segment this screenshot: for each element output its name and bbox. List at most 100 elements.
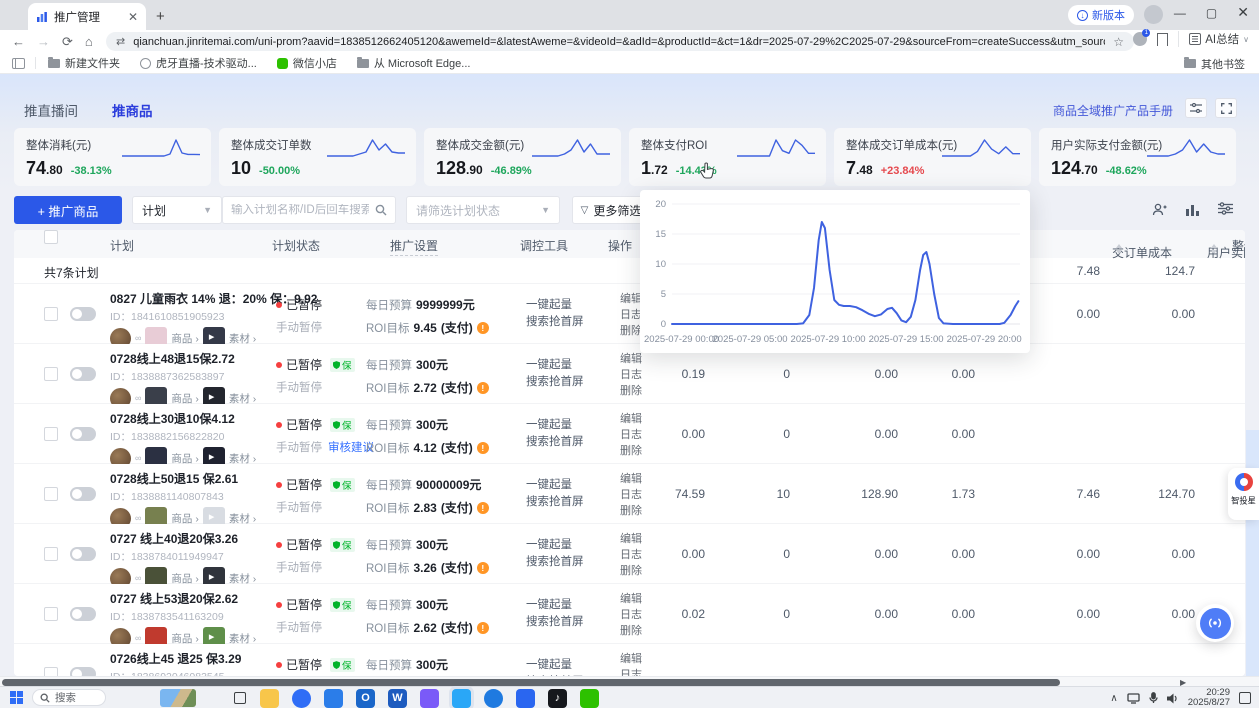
window-minimize-button[interactable]: — bbox=[1174, 6, 1186, 20]
tab-product[interactable]: 推商品 bbox=[112, 100, 153, 120]
audience-icon[interactable] bbox=[1152, 202, 1167, 217]
side-panel-icon[interactable] bbox=[12, 58, 25, 69]
fullscreen-button[interactable] bbox=[1215, 98, 1237, 118]
delete-link[interactable]: 删除 bbox=[620, 503, 642, 519]
taskbar-clock[interactable]: 20:29 2025/8/27 bbox=[1188, 688, 1230, 708]
display-icon[interactable] bbox=[1127, 693, 1140, 704]
search-top-screen-link[interactable]: 搜索抢首屏 bbox=[526, 374, 584, 391]
more-filters-button[interactable]: ▽ 更多筛选 bbox=[572, 196, 650, 224]
tab-live-room[interactable]: 推直播间 bbox=[24, 100, 78, 120]
tab-close-icon[interactable]: ✕ bbox=[128, 10, 138, 24]
taskbar-app-outlook[interactable]: O bbox=[356, 689, 375, 708]
row-checkbox[interactable] bbox=[44, 667, 58, 677]
bookmark-folder-new[interactable]: 新建文件夹 bbox=[48, 55, 120, 71]
home-button[interactable]: ⌂ bbox=[85, 34, 93, 49]
promote-product-button[interactable]: + 推广商品 bbox=[14, 196, 122, 224]
one-key-boost-link[interactable]: 一键起量 bbox=[526, 657, 584, 674]
edit-link[interactable]: 编辑 bbox=[620, 531, 642, 547]
stat-card[interactable]: 整体消耗(元) 74 .80 -38.13% bbox=[14, 128, 211, 186]
bookmark-huya[interactable]: 虎牙直播-技术驱动... bbox=[140, 55, 257, 71]
edit-link[interactable]: 编辑 bbox=[620, 471, 642, 487]
row-checkbox[interactable] bbox=[44, 547, 58, 561]
extension-icon[interactable]: 1 bbox=[1133, 32, 1147, 46]
edit-link[interactable]: 编辑 bbox=[620, 591, 642, 607]
one-key-boost-link[interactable]: 一键起量 bbox=[526, 597, 584, 614]
taskbar-app-file-explorer[interactable] bbox=[260, 689, 279, 708]
volume-icon[interactable] bbox=[1167, 693, 1179, 704]
forward-button[interactable]: → bbox=[37, 34, 50, 49]
taskbar-app-tiktok[interactable]: ♪ bbox=[548, 689, 567, 708]
ai-summary-button[interactable]: AI总结 ∨ bbox=[1178, 31, 1249, 47]
one-key-boost-link[interactable]: 一键起量 bbox=[526, 477, 584, 494]
row-checkbox[interactable] bbox=[44, 607, 58, 621]
address-bar[interactable]: ⇄ qianchuan.jinritemai.com/uni-prom?aavi… bbox=[106, 32, 1134, 51]
zhitouxing-widget[interactable]: 智投星 bbox=[1228, 468, 1259, 520]
search-top-screen-link[interactable]: 搜索抢首屏 bbox=[526, 434, 584, 451]
row-checkbox[interactable] bbox=[44, 367, 58, 381]
notification-center-icon[interactable] bbox=[1239, 692, 1251, 704]
taskbar-app-browser-blue[interactable] bbox=[292, 689, 311, 708]
log-link[interactable]: 日志 bbox=[620, 427, 642, 443]
delete-link[interactable]: 删除 bbox=[620, 623, 642, 639]
row-toggle-switch[interactable] bbox=[70, 607, 96, 621]
stat-card[interactable]: 整体支付ROI 1 .72 -14.43% bbox=[629, 128, 826, 186]
row-checkbox[interactable] bbox=[44, 307, 58, 321]
log-link[interactable]: 日志 bbox=[620, 607, 642, 623]
browser-profile-avatar[interactable] bbox=[1144, 5, 1163, 24]
plan-search-input[interactable] bbox=[231, 204, 369, 216]
search-top-screen-link[interactable]: 搜索抢首屏 bbox=[526, 494, 584, 511]
plan-type-select[interactable]: 计划▼ bbox=[132, 196, 222, 224]
task-view-icon[interactable] bbox=[234, 692, 246, 704]
delete-link[interactable]: 删除 bbox=[620, 563, 642, 579]
sort-icon[interactable] bbox=[1116, 244, 1122, 254]
reload-button[interactable]: ⟳ bbox=[62, 34, 73, 50]
warning-icon[interactable]: ! bbox=[477, 382, 489, 394]
taskbar-search[interactable]: 搜索 bbox=[32, 689, 106, 706]
one-key-boost-link[interactable]: 一键起量 bbox=[526, 417, 584, 434]
bookmark-weixin-shop[interactable]: 微信小店 bbox=[277, 55, 337, 71]
delete-link[interactable]: 删除 bbox=[620, 383, 642, 399]
sort-icon[interactable] bbox=[1211, 244, 1217, 254]
edit-link[interactable]: 编辑 bbox=[620, 411, 642, 427]
one-key-boost-link[interactable]: 一键起量 bbox=[526, 297, 584, 314]
window-maximize-button[interactable]: ▢ bbox=[1206, 6, 1217, 20]
new-tab-button[interactable]: + bbox=[156, 8, 165, 25]
taskbar-app-wechat[interactable] bbox=[580, 689, 599, 708]
delete-link[interactable]: 删除 bbox=[620, 443, 642, 459]
row-checkbox[interactable] bbox=[44, 427, 58, 441]
row-toggle-switch[interactable] bbox=[70, 427, 96, 441]
warning-icon[interactable]: ! bbox=[477, 622, 489, 634]
other-bookmarks[interactable]: 其他书签 bbox=[1184, 53, 1245, 74]
start-button[interactable] bbox=[10, 691, 23, 704]
taskbar-app-word[interactable]: W bbox=[388, 689, 407, 708]
edit-link[interactable]: 编辑 bbox=[620, 651, 642, 667]
stat-card[interactable]: 整体成交金额(元) 128 .90 -46.89% bbox=[424, 128, 621, 186]
stat-card[interactable]: 整体成交订单成本(元) 7 .48 +23.84% bbox=[834, 128, 1031, 186]
microphone-icon[interactable] bbox=[1149, 692, 1158, 704]
log-link[interactable]: 日志 bbox=[620, 487, 642, 503]
taskbar-app-store[interactable] bbox=[324, 689, 343, 708]
log-link[interactable]: 日志 bbox=[620, 307, 642, 323]
search-top-screen-link[interactable]: 搜索抢首屏 bbox=[526, 554, 584, 571]
scrollbar-right-arrow[interactable]: ▶ bbox=[1180, 678, 1186, 686]
table-settings-icon[interactable] bbox=[1218, 202, 1233, 215]
row-toggle-switch[interactable] bbox=[70, 307, 96, 321]
taskbar-app-purple-app[interactable] bbox=[420, 689, 439, 708]
search-top-screen-link[interactable]: 搜索抢首屏 bbox=[526, 614, 584, 631]
row-toggle-switch[interactable] bbox=[70, 487, 96, 501]
widgets-weather-thumbnail[interactable] bbox=[160, 689, 196, 707]
layout-settings-button[interactable] bbox=[1185, 98, 1207, 118]
log-link[interactable]: 日志 bbox=[620, 667, 642, 676]
stat-card[interactable]: 用户实际支付金额(元) 124 .70 -48.62% bbox=[1039, 128, 1236, 186]
row-checkbox[interactable] bbox=[44, 487, 58, 501]
manual-link[interactable]: 商品全域推广产品手册 bbox=[1053, 102, 1173, 119]
row-toggle-switch[interactable] bbox=[70, 547, 96, 561]
search-top-screen-link[interactable]: 搜索抢首屏 bbox=[526, 314, 584, 331]
window-close-button[interactable]: ✕ bbox=[1237, 4, 1249, 21]
edit-link[interactable]: 编辑 bbox=[620, 351, 642, 367]
hidden-icons-chevron[interactable]: ∧ bbox=[1110, 693, 1117, 704]
site-info-icon[interactable]: ⇄ bbox=[116, 35, 125, 48]
bookmark-star-icon[interactable]: ☆ bbox=[1113, 35, 1124, 49]
warning-icon[interactable]: ! bbox=[477, 562, 489, 574]
one-key-boost-link[interactable]: 一键起量 bbox=[526, 357, 584, 374]
